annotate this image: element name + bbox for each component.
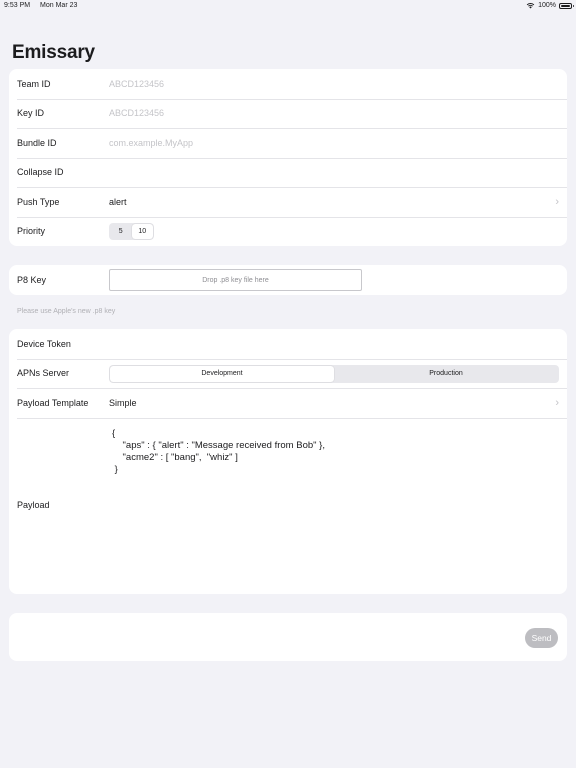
payload-label: Payload	[17, 499, 50, 510]
push-type-row[interactable]: Push Type alert ›	[9, 187, 567, 217]
team-id-input[interactable]: ABCD123456	[109, 79, 164, 89]
server-option-production[interactable]: Production	[334, 366, 558, 382]
key-id-input[interactable]: ABCD123456	[109, 108, 164, 118]
bundle-id-row[interactable]: Bundle ID com.example.MyApp	[9, 128, 567, 158]
collapse-id-row[interactable]: Collapse ID	[9, 157, 567, 188]
p8-key-row: P8 Key Drop .p8 key file here	[9, 265, 567, 295]
payload-template-value: Simple	[109, 397, 137, 408]
chevron-right-icon: ›	[555, 195, 559, 208]
push-type-label: Push Type	[17, 196, 60, 207]
chevron-right-icon: ›	[555, 396, 559, 409]
push-type-value: alert	[109, 196, 127, 207]
p8-key-label: P8 Key	[17, 274, 47, 285]
server-option-development[interactable]: Development	[110, 365, 334, 382]
key-id-label: Key ID	[17, 108, 45, 119]
status-time: 9:53 PM	[4, 2, 31, 9]
battery-icon	[559, 2, 574, 9]
collapse-id-label: Collapse ID	[17, 167, 64, 178]
apns-server-segmented-control[interactable]: Development Production	[109, 364, 559, 383]
status-bar: 9:53 PM Mon Mar 23 100%	[0, 0, 576, 12]
send-button[interactable]: Send	[525, 628, 558, 648]
app-title: Emissary	[12, 42, 95, 63]
payload-text-editor[interactable]: { "aps" : { "alert" : "Message received …	[112, 428, 325, 477]
team-id-label: Team ID	[17, 78, 51, 89]
payload-section: Payload { "aps" : { "alert" : "Message r…	[9, 417, 567, 594]
apns-server-row: APNs Server Development Production	[9, 358, 567, 389]
device-group: Device Token APNs Server Development Pro…	[9, 329, 567, 594]
apns-server-label: APNs Server	[17, 368, 70, 379]
send-group: Send	[9, 613, 567, 661]
team-id-row[interactable]: Team ID ABCD123456	[9, 69, 567, 99]
payload-template-label: Payload Template	[17, 397, 89, 408]
p8-drop-zone[interactable]: Drop .p8 key file here	[109, 269, 362, 291]
status-date: Mon Mar 23	[40, 2, 78, 9]
p8-group: P8 Key Drop .p8 key file here	[9, 265, 567, 295]
key-id-row[interactable]: Key ID ABCD123456	[9, 98, 567, 129]
device-token-label: Device Token	[17, 338, 71, 349]
bundle-id-input[interactable]: com.example.MyApp	[109, 138, 193, 148]
p8-footnote: Please use Apple's new .p8 key	[17, 308, 116, 315]
bundle-id-label: Bundle ID	[17, 137, 57, 148]
priority-label: Priority	[17, 226, 46, 237]
device-token-row[interactable]: Device Token	[9, 329, 567, 359]
priority-option-5[interactable]: 5	[110, 224, 132, 239]
priority-row: Priority 5 10	[9, 216, 567, 247]
credentials-group: Team ID ABCD123456 Key ID ABCD123456 Bun…	[9, 69, 567, 246]
payload-template-row[interactable]: Payload Template Simple ›	[9, 388, 567, 418]
priority-option-10[interactable]: 10	[131, 223, 153, 239]
priority-segmented-control[interactable]: 5 10	[109, 222, 154, 240]
wifi-icon	[526, 3, 535, 9]
battery-percent: 100%	[538, 2, 556, 9]
